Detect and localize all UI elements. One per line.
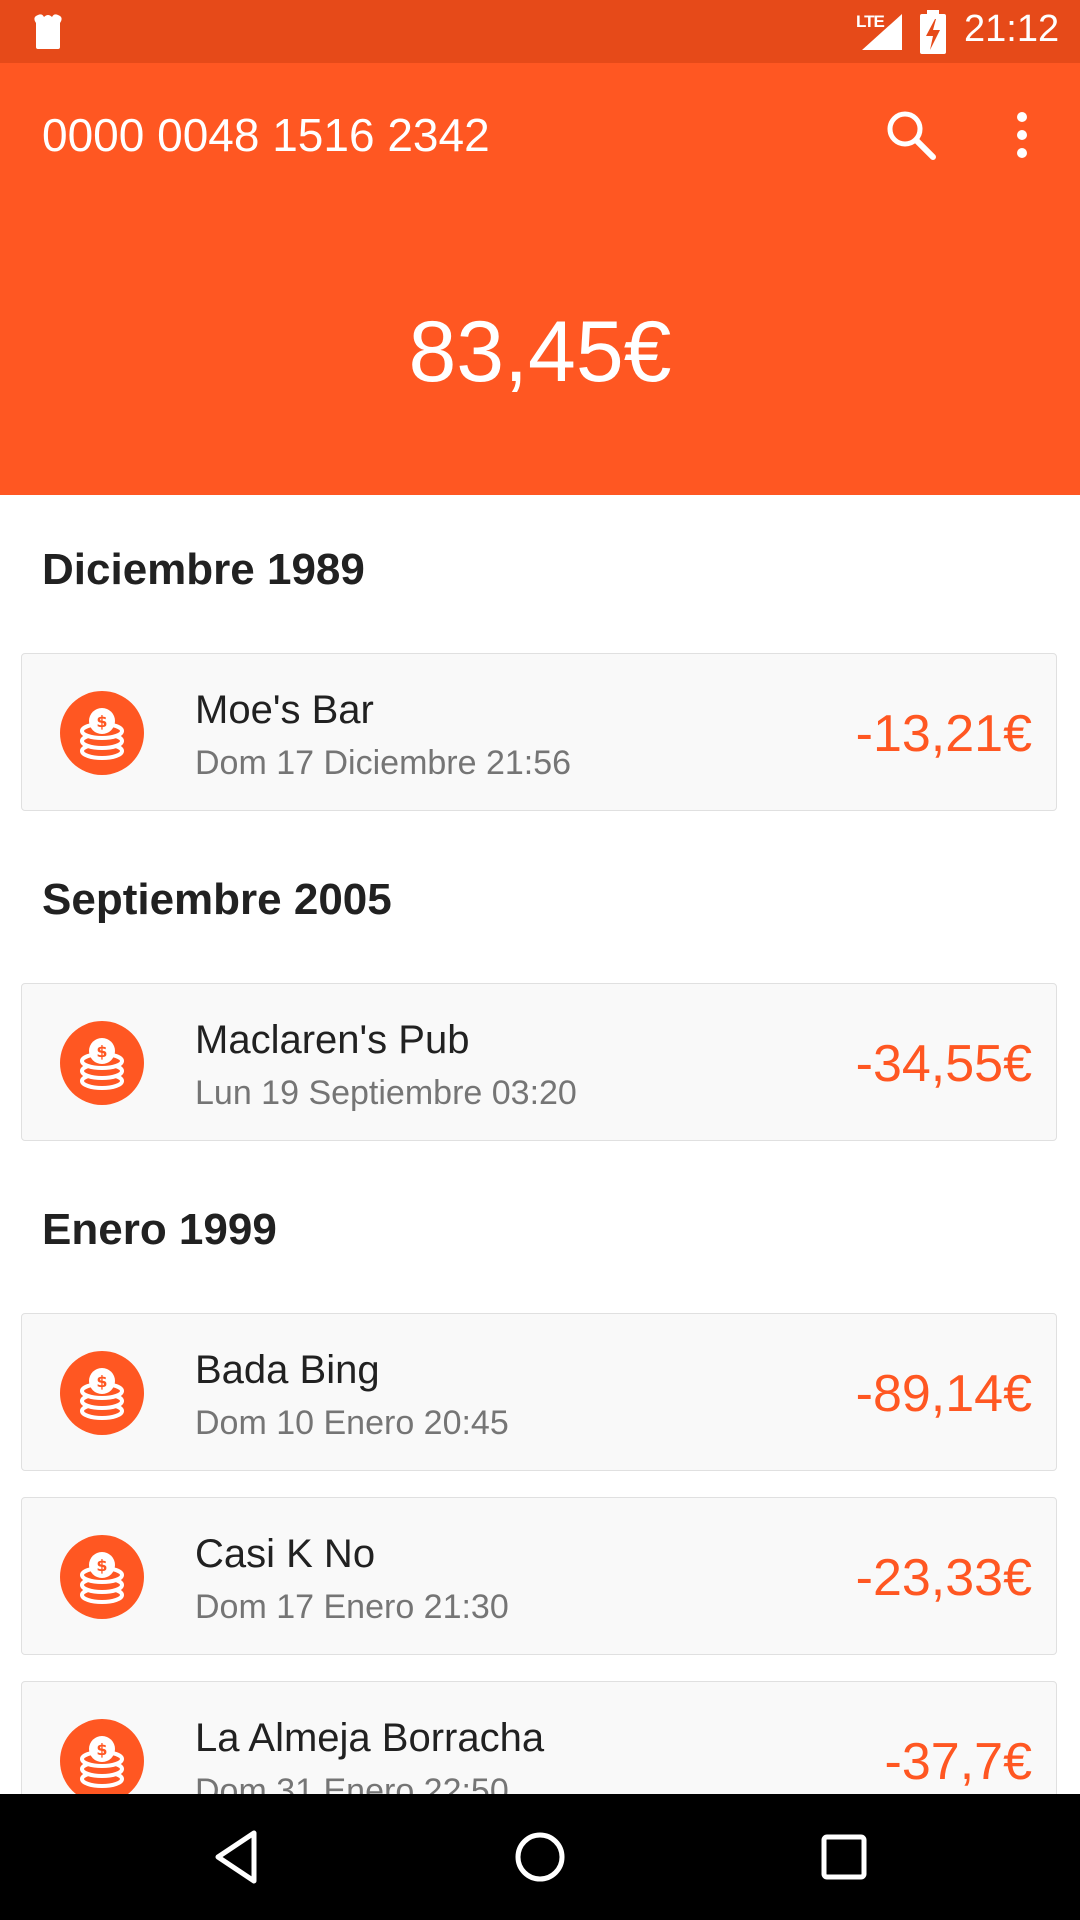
svg-text:$: $ bbox=[96, 1042, 107, 1061]
svg-text:$: $ bbox=[96, 712, 107, 731]
transaction-amount: -13,21€ bbox=[855, 705, 1032, 763]
transaction-name: Maclaren's Pub bbox=[195, 1018, 470, 1062]
transactions-list[interactable]: Diciembre 1989 $ Moe's Bar Dom 17 Diciem… bbox=[0, 495, 1080, 1795]
app-notification-icon bbox=[34, 14, 62, 50]
more-vert-icon[interactable] bbox=[1000, 108, 1044, 164]
transaction-date: Dom 17 Enero 21:30 bbox=[195, 1588, 509, 1626]
recents-icon[interactable] bbox=[814, 1827, 874, 1887]
transaction-amount: -37,7€ bbox=[884, 1733, 1032, 1791]
section-header: Septiembre 2005 bbox=[42, 875, 392, 924]
svg-text:$: $ bbox=[96, 1556, 107, 1575]
transaction-date: Dom 17 Diciembre 21:56 bbox=[195, 744, 572, 782]
status-bar: LTE 21:12 bbox=[0, 0, 1080, 63]
clock: 21:12 bbox=[964, 8, 1060, 50]
transaction-name: Bada Bing bbox=[195, 1348, 380, 1392]
coins-icon: $ bbox=[60, 691, 144, 775]
transaction-name: Moe's Bar bbox=[195, 688, 374, 732]
coins-icon: $ bbox=[60, 1021, 144, 1105]
account-number-title: 0000 0048 1516 2342 bbox=[42, 109, 490, 161]
transaction-name: Casi K No bbox=[195, 1532, 376, 1576]
transaction-amount: -23,33€ bbox=[855, 1549, 1032, 1607]
transaction-card[interactable]: $ Maclaren's Pub Lun 19 Septiembre 03:20… bbox=[21, 983, 1057, 1141]
transaction-card[interactable]: $ Bada Bing Dom 10 Enero 20:45 -89,14€ bbox=[21, 1313, 1057, 1471]
section-header: Diciembre 1989 bbox=[42, 545, 365, 594]
transaction-card[interactable]: $ Moe's Bar Dom 17 Diciembre 21:56 -13,2… bbox=[21, 653, 1057, 811]
section-header: Enero 1999 bbox=[42, 1205, 277, 1254]
coins-icon: $ bbox=[60, 1719, 144, 1795]
transaction-amount: -34,55€ bbox=[855, 1035, 1032, 1093]
coins-icon: $ bbox=[60, 1351, 144, 1435]
home-icon[interactable] bbox=[510, 1827, 570, 1887]
svg-text:$: $ bbox=[96, 1372, 107, 1391]
back-icon[interactable] bbox=[208, 1827, 268, 1887]
system-nav-bar bbox=[0, 1794, 1080, 1920]
transaction-card[interactable]: $ La Almeja Borracha Dom 31 Enero 22:50 … bbox=[21, 1681, 1057, 1795]
transaction-date: Dom 10 Enero 20:45 bbox=[195, 1404, 509, 1442]
transaction-date: Dom 31 Enero 22:50 bbox=[195, 1772, 509, 1795]
account-balance: 83,45€ bbox=[408, 304, 672, 400]
signal-icon bbox=[862, 14, 902, 50]
transaction-amount: -89,14€ bbox=[855, 1365, 1032, 1423]
search-icon[interactable] bbox=[884, 108, 940, 164]
transaction-date: Lun 19 Septiembre 03:20 bbox=[195, 1074, 577, 1112]
svg-text:$: $ bbox=[96, 1740, 107, 1759]
battery-charging-icon bbox=[920, 10, 946, 54]
transaction-card[interactable]: $ Casi K No Dom 17 Enero 21:30 -23,33€ bbox=[21, 1497, 1057, 1655]
app-bar: 0000 0048 1516 2342 83,45€ bbox=[0, 63, 1080, 495]
transaction-name: La Almeja Borracha bbox=[195, 1716, 545, 1760]
coins-icon: $ bbox=[60, 1535, 144, 1619]
